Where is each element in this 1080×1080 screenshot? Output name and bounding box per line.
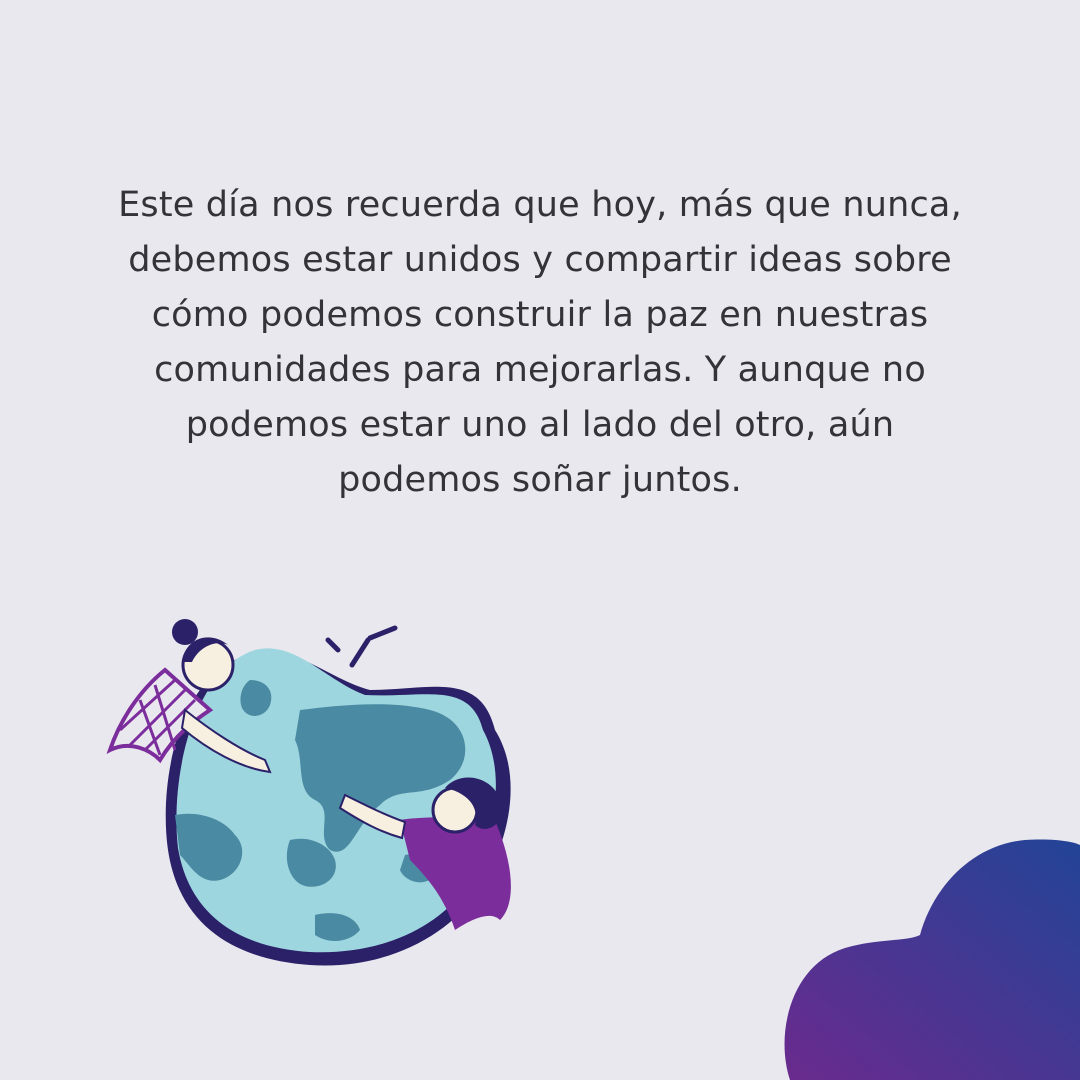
- people-hugging-globe-icon: [106, 619, 511, 966]
- cloud-blob-icon: [784, 839, 1080, 1080]
- main-message: Este día nos recuerda que hoy, más que n…: [118, 185, 962, 500]
- exclamation-lines: [325, 625, 398, 668]
- left-hair-bun: [172, 619, 198, 645]
- cloud-blob: [784, 839, 1080, 1080]
